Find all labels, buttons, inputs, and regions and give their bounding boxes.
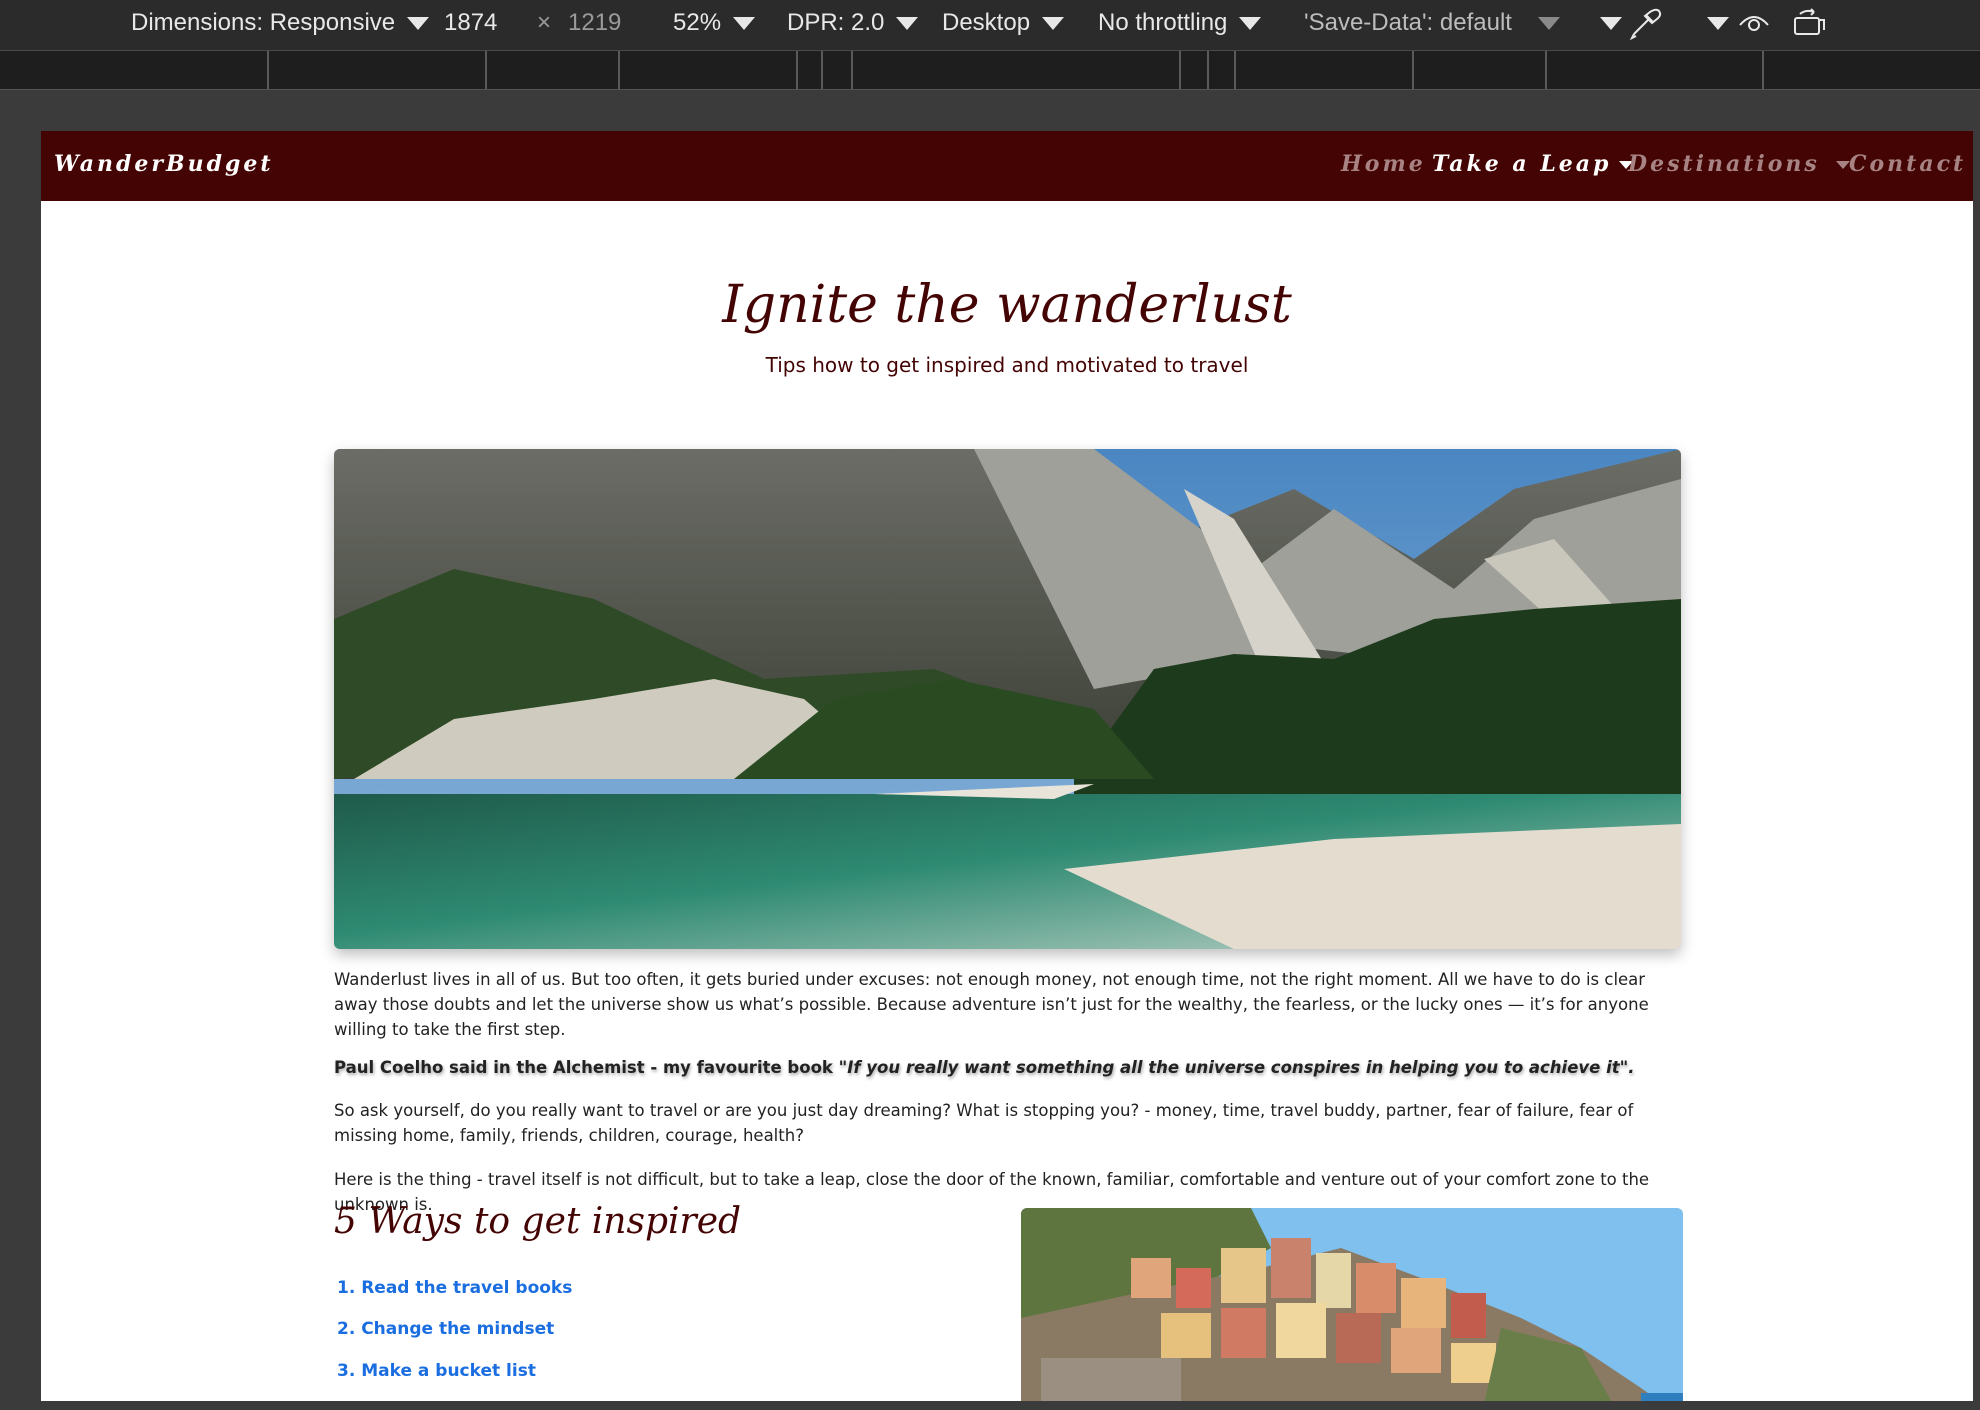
throttling-dropdown[interactable]: No throttling [1098,9,1262,37]
chevron-down-icon [407,17,430,31]
device-dropdown[interactable]: Desktop [942,9,1065,37]
ruler-tick [618,51,620,89]
dpr-dropdown[interactable]: DPR: 2.0 [787,9,919,37]
nav-link-home[interactable]: Home [1341,151,1426,177]
more-dropdown-2[interactable] [1695,9,1729,37]
save-data-dropdown[interactable]: 'Save-Data': default [1304,9,1560,37]
ruler-tick [1762,51,1764,89]
hero-lake-image [334,449,1681,949]
brand-logo[interactable]: WanderBudget [54,151,274,177]
intro-paragraph: Wanderlust lives in all of us. But too o… [334,970,1649,1039]
chevron-down-icon [1239,17,1262,31]
ruler-tick [485,51,487,89]
navbar: WanderBudget Home Take a Leap Destinatio… [41,131,1973,201]
media-query-ruler[interactable] [0,51,1980,90]
throttling-label: No throttling [1098,9,1228,36]
way-link-bucket-list[interactable]: 3. Make a bucket list [337,1361,536,1381]
nav-link-take-a-leap[interactable]: Take a Leap [1432,151,1634,177]
ruler-tick [851,51,853,89]
eye-icon[interactable] [1737,9,1771,44]
caret-down-icon [1835,161,1850,169]
ruler-tick [1207,51,1209,89]
quote-text: "If you really want something all the un… [838,1058,1635,1077]
chevron-down-icon [1600,17,1622,31]
page-subtitle: Tips how to get inspired and motivated t… [765,353,1249,377]
question-paragraph: So ask yourself, do you really want to t… [334,1101,1634,1145]
way-link-read-books[interactable]: 1. Read the travel books [337,1278,572,1298]
nav-link-label: Destinations [1628,151,1820,177]
device-label: Desktop [942,9,1031,36]
nav-link-destinations[interactable]: Destinations [1628,151,1850,177]
height-input[interactable]: 1219 [568,9,621,37]
ruler-tick [1234,51,1236,89]
rotate-device-icon[interactable] [1792,8,1826,45]
ruler-tick [267,51,269,89]
zoom-label: 52% [673,9,722,36]
ruler-tick [796,51,798,89]
ruler-tick [1545,51,1547,89]
chevron-down-icon [733,17,756,31]
dpr-label: DPR: 2.0 [787,9,885,36]
dimensions-dropdown[interactable]: Dimensions: Responsive [131,9,430,37]
zoom-dropdown[interactable]: 52% [673,9,756,37]
way-link-change-mindset[interactable]: 2. Change the mindset [337,1319,554,1339]
chevron-down-icon [1707,17,1729,31]
ways-heading: 5 Ways to get inspired [334,1201,742,1242]
chevron-down-icon [896,17,919,31]
dimensions-label: Dimensions: Responsive [131,9,396,36]
quote-paragraph: Paul Coelho said in the Alchemist - my f… [334,1055,1684,1080]
nav-link-contact[interactable]: Contact [1849,151,1966,177]
more-dropdown[interactable] [1588,9,1622,37]
times-separator: × [537,9,552,36]
chevron-down-icon [1042,17,1065,31]
ruler-tick [821,51,823,89]
page-title: Ignite the wanderlust [722,275,1292,335]
devtools-toolbar: Dimensions: Responsive 1874 × 1219 52% D… [0,0,1980,51]
quote-lead: Paul Coelho said in the Alchemist - my f… [334,1058,839,1077]
chevron-down-icon [1537,17,1560,31]
page-viewport: WanderBudget Home Take a Leap Destinatio… [41,131,1973,1401]
width-input[interactable]: 1874 [444,9,497,37]
ruler-tick [1179,51,1181,89]
coastal-town-image [1021,1208,1683,1401]
save-data-label: 'Save-Data': default [1304,9,1512,36]
ruler-tick [1412,51,1414,89]
eyedropper-icon[interactable] [1628,6,1662,47]
nav-link-label: Take a Leap [1432,151,1612,177]
